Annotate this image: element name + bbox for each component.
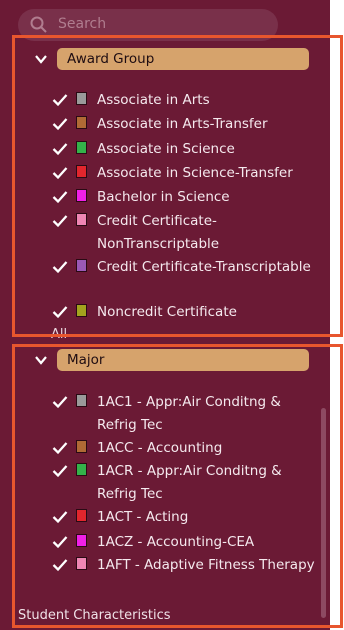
search-placeholder: Search <box>58 16 107 32</box>
major-highlight <box>12 344 343 628</box>
award-group-highlight <box>12 35 343 337</box>
search-icon <box>30 16 47 33</box>
